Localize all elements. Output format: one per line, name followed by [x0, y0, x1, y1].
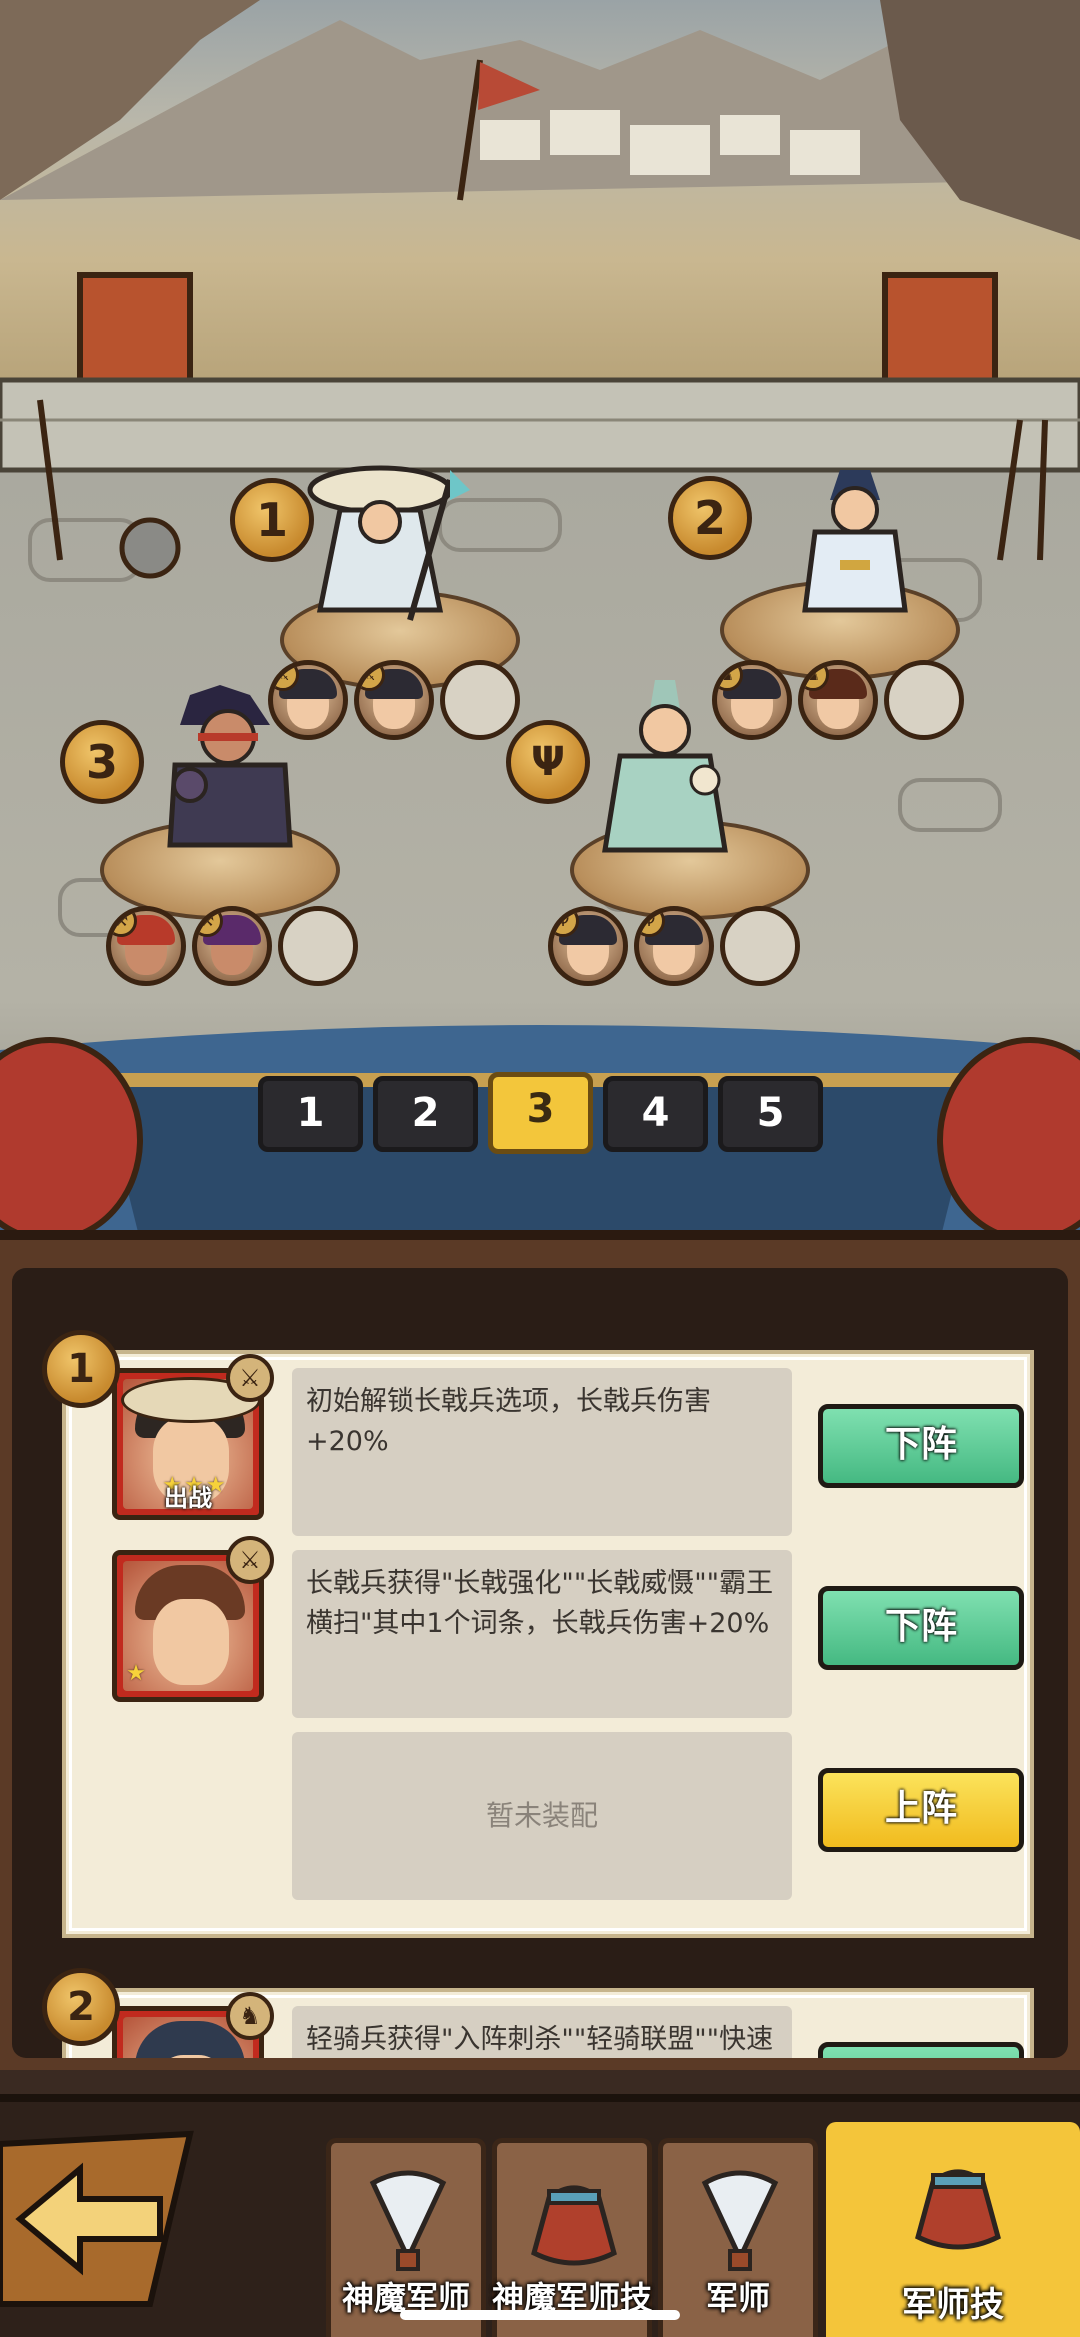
hero-swordsman-white[interactable]	[780, 460, 930, 620]
tab-strategist[interactable]: 军师	[658, 2138, 818, 2337]
hero-strategist-straw-hat[interactable]	[300, 460, 500, 630]
card-number: 1	[42, 1330, 120, 1408]
team-tab-4[interactable]: 4	[603, 1076, 708, 1152]
empty-advisor-slot[interactable]	[884, 660, 964, 740]
remove-button[interactable]: 下阵	[818, 2042, 1024, 2058]
advisor-skill-list[interactable]: 1 ★★★ 出战 ⚔ 初始解锁长戟兵选项，长戟兵伤害+20% 下阵 ★ ⚔ 长戟…	[12, 1268, 1068, 2058]
empty-advisor-slot[interactable]	[720, 906, 800, 986]
tab-strategist-skill[interactable]: 军师技	[826, 2122, 1080, 2337]
skill-row: 暂未装配 上阵	[66, 1718, 1038, 1900]
deploy-button[interactable]: 上阵	[818, 1768, 1024, 1852]
team-tabs: 1 2 3 4 5	[258, 1072, 823, 1154]
tab-divine-strategist[interactable]: 神魔军师	[326, 2138, 486, 2337]
star-rating: ★	[126, 1661, 148, 1686]
card-number: 2	[42, 1968, 120, 2046]
halberd-icon: ⚔	[226, 1354, 274, 1402]
horse-icon: ♞	[226, 1992, 274, 2040]
slot-4-advisors: Ψ Ψ	[548, 906, 800, 986]
remove-button[interactable]: 下阵	[818, 1404, 1024, 1488]
slot-3-badge: 3	[60, 720, 144, 804]
skill-row: ★ ⚔ 长戟兵获得"长戟强化""长戟威慑""霸王横扫"其中1个词条，长戟兵伤害+…	[66, 1536, 1038, 1718]
empty-skill-slot: 暂未装配	[292, 1732, 792, 1900]
team-tab-1[interactable]: 1	[258, 1076, 363, 1152]
pouch-icon	[915, 2169, 1001, 2250]
halberd-icon: ⚔	[226, 1536, 274, 1584]
game-screen: 1 2 3 Ψ ⚔ ⚔ ♞ ♞ ⚒ ⚒ Ψ Ψ 1 2 3 4 5 1 ★★★ …	[0, 0, 1080, 2337]
home-indicator[interactable]	[400, 2310, 680, 2320]
skill-card-2: 2 ♞ 轻骑兵获得"入阵刺杀""轻骑联盟""快速行军"其中1个词条，轻 下阵	[42, 1968, 1034, 2058]
feather-fan-icon	[369, 2170, 447, 2271]
skill-description: 初始解锁长戟兵选项，长戟兵伤害+20%	[292, 1368, 792, 1536]
advisor-avatar[interactable]: ⚒	[192, 906, 272, 986]
skill-row: ★★★ 出战 ⚔ 初始解锁长戟兵选项，长戟兵伤害+20% 下阵	[66, 1354, 1038, 1536]
slot-3-advisors: ⚒ ⚒	[106, 906, 358, 986]
feather-fan-icon	[701, 2170, 779, 2271]
deployed-tag: 出战	[164, 1484, 212, 1512]
team-tab-3[interactable]: 3	[488, 1072, 593, 1154]
advisor-avatar[interactable]: ⚔	[354, 660, 434, 740]
advisor-avatar[interactable]: ⚒	[106, 906, 186, 986]
pouch-icon	[531, 2185, 617, 2266]
skill-card-1: 1 ★★★ 出战 ⚔ 初始解锁长戟兵选项，长戟兵伤害+20% 下阵 ★ ⚔ 长戟…	[42, 1330, 1034, 1938]
empty-advisor-slot[interactable]	[278, 906, 358, 986]
slot-1-badge: 1	[230, 478, 314, 562]
team-tab-5[interactable]: 5	[718, 1076, 823, 1152]
advisor-avatar[interactable]: ♞	[712, 660, 792, 740]
advisor-avatar[interactable]: ♞	[798, 660, 878, 740]
advisor-avatar[interactable]: ⚔	[268, 660, 348, 740]
skill-row: ♞ 轻骑兵获得"入阵刺杀""轻骑联盟""快速行军"其中1个词条，轻 下阵	[66, 1992, 1038, 2058]
skill-description: 长戟兵获得"长戟强化""长戟威慑""霸王横扫"其中1个词条，长戟兵伤害+20%	[292, 1550, 792, 1718]
advisor-avatar[interactable]: Ψ	[548, 906, 628, 986]
team-tab-2[interactable]: 2	[373, 1076, 478, 1152]
tab-divine-strategist-skill[interactable]: 神魔军师技	[492, 2138, 652, 2337]
back-arrow-icon[interactable]	[0, 2124, 210, 2314]
remove-button[interactable]: 下阵	[818, 1586, 1024, 1670]
advisor-skill-panel: 1 ★★★ 出战 ⚔ 初始解锁长戟兵选项，长戟兵伤害+20% 下阵 ★ ⚔ 长戟…	[0, 1230, 1080, 2070]
empty-advisor-slot[interactable]	[440, 660, 520, 740]
bottom-navigation: 神魔军师 神魔军师技 军师 军师技	[0, 2094, 1080, 2337]
battlefield-scene: 1 2 3 Ψ ⚔ ⚔ ♞ ♞ ⚒ ⚒ Ψ Ψ 1 2 3 4 5	[0, 0, 1080, 1240]
slot-2-badge: 2	[668, 476, 752, 560]
advisor-avatar[interactable]: Ψ	[634, 906, 714, 986]
skill-description: 轻骑兵获得"入阵刺杀""轻骑联盟""快速行军"其中1个词条，轻	[292, 2006, 792, 2058]
tab-label: 军师技	[902, 2285, 1004, 2325]
slot-1-advisors: ⚔ ⚔	[268, 660, 520, 740]
slot-2-advisors: ♞ ♞	[712, 660, 964, 740]
